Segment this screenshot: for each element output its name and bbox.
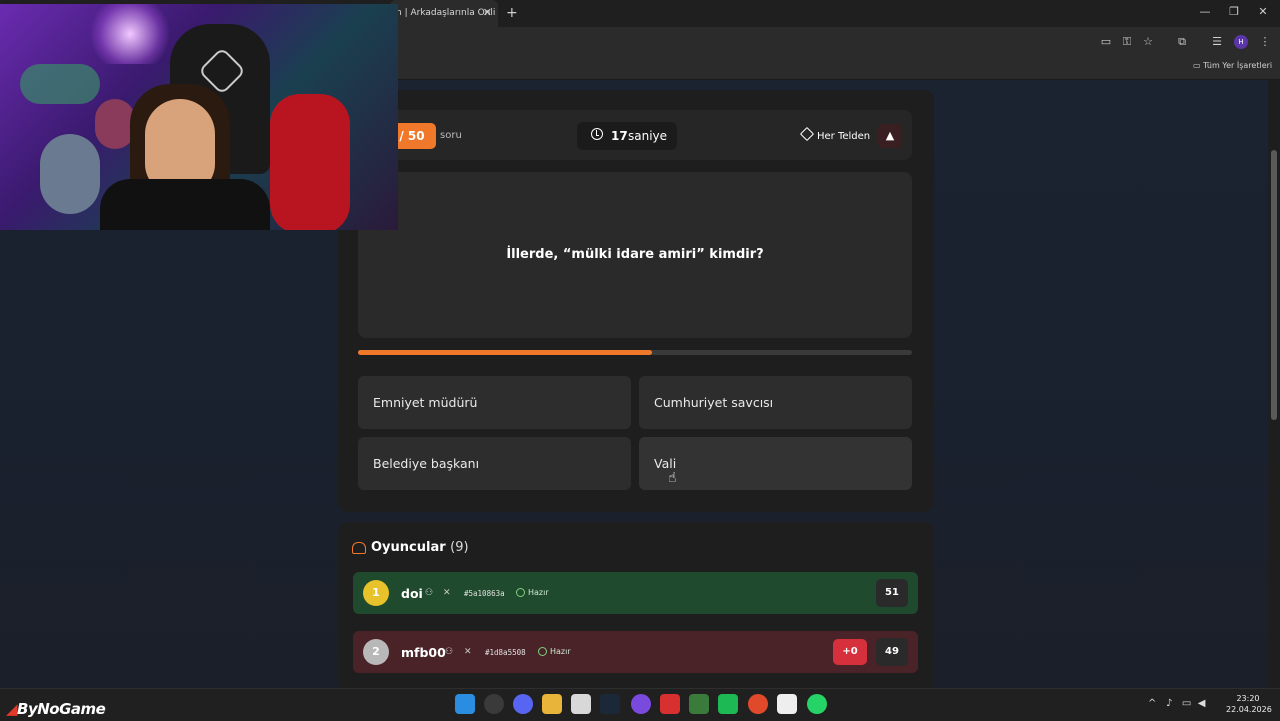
tab-search-icon[interactable]: ☰ <box>1209 35 1225 49</box>
clock-date: 22.04.2026 <box>1226 705 1272 714</box>
restore-button[interactable]: ❐ <box>1225 5 1243 21</box>
player-score: 51 <box>876 579 908 607</box>
user-icon: ⚇ <box>425 588 434 598</box>
light-glow <box>90 4 170 64</box>
clock-time: 23:20 <box>1236 694 1260 703</box>
timer-value: 17 <box>611 129 628 143</box>
question-box: İllerde, “mülki idare amiri” kimdir? <box>358 172 912 338</box>
users-icon <box>352 541 366 554</box>
menu-kebab-icon[interactable]: ⋮ <box>1257 35 1273 49</box>
player-score: 49 <box>876 638 908 666</box>
chrome-icon[interactable] <box>748 694 768 714</box>
profile-avatar[interactable]: H <box>1234 35 1248 49</box>
score-delta-badge: +0 <box>833 639 867 665</box>
minimize-button[interactable]: — <box>1196 5 1214 21</box>
players-heading: Oyuncular (9) <box>352 540 469 555</box>
timer-unit: saniye <box>628 129 668 143</box>
steam-icon[interactable] <box>600 694 620 714</box>
tag-icon <box>799 126 815 142</box>
plush-toy <box>40 134 100 214</box>
tab-close-icon[interactable]: ✕ <box>483 6 492 19</box>
password-key-icon[interactable]: ⚿ <box>1119 35 1135 49</box>
plush-toy <box>95 99 135 149</box>
answer-option-3[interactable]: Belediye başkanı <box>358 437 631 490</box>
folder-icon: ▭ <box>1193 61 1204 70</box>
player-id: #1d8a5508 <box>485 648 526 657</box>
answer-option-1[interactable]: Emniyet müdürü <box>358 376 631 429</box>
red-plush <box>270 94 350 230</box>
app-icon[interactable] <box>484 694 504 714</box>
start-icon[interactable] <box>455 694 475 714</box>
system-tray[interactable]: ^ ♪ ▭ ◀ <box>1148 698 1205 709</box>
clock-icon <box>591 128 603 140</box>
check-circle-icon <box>516 588 525 597</box>
app-icon[interactable] <box>777 694 797 714</box>
question-text: İllerde, “mülki idare amiri” kimdir? <box>506 247 764 262</box>
question-counter-label: soru <box>440 130 462 141</box>
brand-logo: ◢ByNoGame <box>6 700 106 718</box>
whatsapp-icon[interactable] <box>807 694 827 714</box>
status-badge: Hazır <box>538 647 571 656</box>
microphone-icon[interactable]: ♪ <box>1166 698 1172 709</box>
category-label: Her Telden <box>799 126 870 142</box>
streamer-body <box>100 179 270 230</box>
play-icon[interactable] <box>718 694 738 714</box>
close-window-button[interactable]: ✕ <box>1254 5 1272 21</box>
brand-mark-icon: ◢ <box>6 700 18 718</box>
player-id: #5a10863a <box>464 589 505 598</box>
app-icon[interactable] <box>660 694 680 714</box>
rank-badge: 1 <box>363 580 389 606</box>
hand-cursor-icon: ☝ <box>668 470 677 486</box>
report-button[interactable]: ▲ <box>878 124 902 148</box>
discord-icon[interactable] <box>513 694 533 714</box>
player-row: 2 mfb00 ⚇ ✕ #1d8a5508 Hazır +0 49 <box>353 631 918 673</box>
all-bookmarks-link[interactable]: ▭ Tüm Yer İşaretleri <box>1193 61 1272 70</box>
tab-title: n | Arkadaşlarınla Onli <box>396 8 496 18</box>
player-name: doi <box>401 586 423 601</box>
chevron-up-icon[interactable]: ^ <box>1148 698 1156 709</box>
user-icon: ⚇ <box>445 647 454 657</box>
volume-icon[interactable]: ◀ <box>1198 698 1206 709</box>
bookmark-star-icon[interactable]: ☆ <box>1140 35 1156 49</box>
webcam-overlay <box>0 4 398 230</box>
player-name: mfb00 <box>401 645 446 660</box>
app-icon[interactable] <box>631 694 651 714</box>
kick-user-icon[interactable]: ✕ <box>443 588 451 598</box>
check-circle-icon <box>538 647 547 656</box>
browser-tab[interactable]: n | Arkadaşlarınla Onli ✕ <box>390 0 498 27</box>
plush-toy <box>20 64 100 104</box>
app-icon[interactable] <box>689 694 709 714</box>
network-icon[interactable]: ▭ <box>1182 698 1191 709</box>
new-tab-button[interactable]: + <box>506 5 520 21</box>
file-explorer-icon[interactable] <box>542 694 562 714</box>
timer: 17 saniye <box>577 122 677 150</box>
scrollbar-thumb[interactable] <box>1271 150 1277 420</box>
extensions-icon[interactable]: ⧉ <box>1174 35 1190 49</box>
store-icon[interactable] <box>571 694 591 714</box>
time-progress-fill <box>358 350 652 355</box>
cast-icon[interactable]: ▭ <box>1098 35 1114 49</box>
players-count: (9) <box>450 540 469 555</box>
answer-option-2[interactable]: Cumhuriyet savcısı <box>639 376 912 429</box>
rank-badge: 2 <box>363 639 389 665</box>
kick-user-icon[interactable]: ✕ <box>464 647 472 657</box>
player-row: 1 doi ⚇ ✕ #5a10863a Hazır 51 <box>353 572 918 614</box>
answer-option-4[interactable]: Vali <box>639 437 912 490</box>
status-badge: Hazır <box>516 588 549 597</box>
clock[interactable]: 23:20 22.04.2026 <box>1226 693 1272 715</box>
